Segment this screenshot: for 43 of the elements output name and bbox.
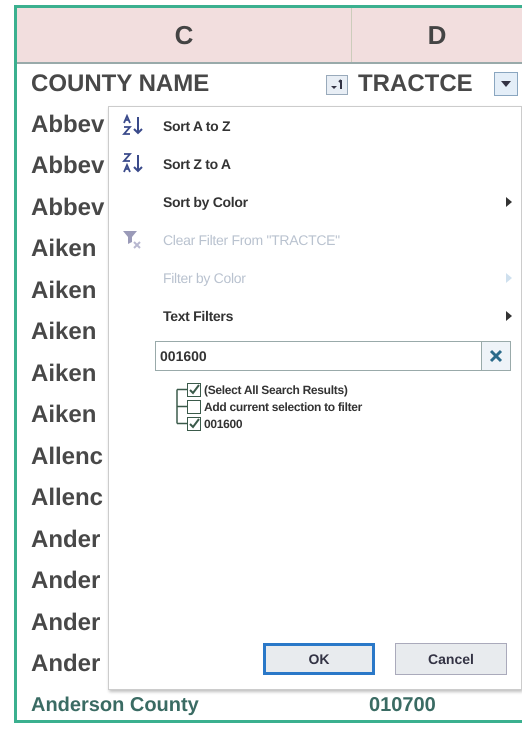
header-cell-text: COUNTY NAME [30,69,210,99]
checkbox[interactable] [187,400,201,414]
filter-dropdown-button[interactable] [494,72,518,96]
table-cell-text: Ander [30,649,100,680]
checkbox[interactable] [187,382,201,396]
submenu-arrow-icon [505,197,513,207]
table-cell-text: 010700 [368,693,436,717]
table-cell-text: Aiken [30,317,96,348]
menu-item: Filter by Color [109,259,521,297]
header-cell-text: TRACTCE [357,69,473,99]
table-cell-text: Ander [30,566,100,596]
cancel-button[interactable]: Cancel [395,643,507,675]
table-cell-text: Aiken [30,234,96,264]
submenu-arrow-icon [505,311,513,321]
table-cell-text: Abbev [30,110,104,140]
caret-icon [500,80,512,88]
table-cell-text: Allenc [30,442,104,472]
menu-item[interactable]: Text Filters [109,297,521,335]
table-cell-text: Abbev [30,192,104,223]
menu-item: Clear Filter From "TRACTCE" [109,221,521,259]
table-cell-text: Abbev [30,151,104,182]
column-letter[interactable]: C [174,16,194,54]
column-letter[interactable]: D [428,16,446,54]
table-cell-text: Aiken [30,276,96,306]
table-cell-text: Ander [30,524,100,555]
checkbox-label: 001600 [204,416,242,432]
checkbox[interactable] [187,416,201,430]
checkbox-label: (Select All Search Results) [204,382,348,398]
checkbox-label: Add current selection to filter [204,398,362,416]
filtered-icon[interactable] [326,74,348,95]
table-cell-text: Ander [30,608,100,638]
menu-item[interactable]: Sort Z to A [109,145,521,183]
menu-item[interactable]: Sort A to Z [109,107,521,145]
clear-search-button[interactable] [481,341,511,371]
close-icon [489,349,503,363]
table-cell-text: Aiken [30,400,96,430]
search-field[interactable]: 001600 [155,341,481,371]
table-cell-text: Allenc [30,483,104,514]
menu-item[interactable]: Sort by Color [109,183,521,221]
submenu-arrow-icon [505,273,513,283]
table-cell-text: Aiken [30,358,96,389]
ok-button[interactable]: OK [263,643,375,675]
table-cell-text: Anderson County [30,693,200,717]
